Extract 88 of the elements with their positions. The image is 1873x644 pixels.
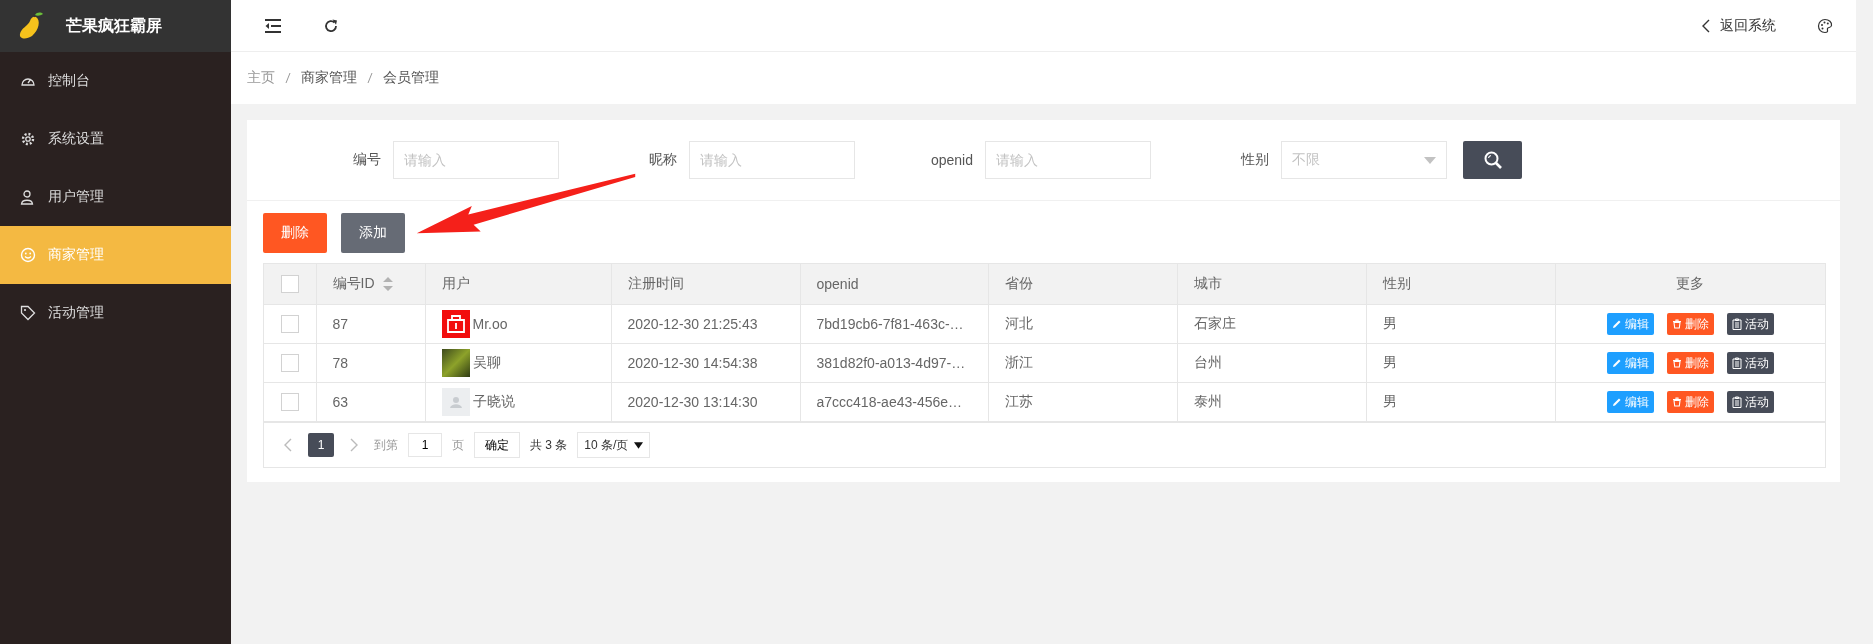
column-header: 城市 [1177,264,1366,305]
tag-icon [20,305,36,321]
menu-collapse-icon[interactable] [264,17,282,34]
filter-label: 编号 [353,151,381,169]
filter-input[interactable]: 请输入 [985,141,1151,179]
search-button[interactable] [1463,141,1522,179]
table-cell: 男 [1366,382,1555,422]
page-unit: 页 [452,436,464,454]
table-cell: 87 [316,304,425,344]
breadcrumb-link[interactable]: 商家管理 [301,69,357,87]
column-header: 更多 [1555,264,1825,305]
table-cell: 江苏 [988,382,1177,422]
table-cell: 石家庄 [1177,304,1366,344]
next-page-icon[interactable] [350,438,358,452]
refresh-icon[interactable] [322,17,340,34]
activity-button[interactable]: 活动 [1726,313,1774,335]
column-header: 编号ID [316,264,425,305]
chevron-left-icon [1702,18,1710,33]
app-title: 芒果疯狂霸屏 [66,15,162,36]
sort-icon[interactable] [382,277,393,292]
confirm-button[interactable]: 确定 [474,432,520,458]
table-cell: 7bd19cb6-7f81-463c-… [800,304,988,344]
page-input[interactable]: 1 [408,433,442,457]
table-cell: 河北 [988,304,1177,344]
column-header: openid [800,264,988,305]
smiley-icon [20,247,36,263]
avatar-logo-icon [441,310,470,338]
table-cell: a7ccc418-ae43-456e… [800,382,988,422]
pencil-icon [1611,319,1622,329]
clipboard-icon [1731,357,1742,369]
row-checkbox[interactable] [280,315,299,334]
search-icon [1482,150,1503,170]
pencil-icon [1611,397,1622,407]
table-cell: 2020-12-30 21:25:43 [611,304,800,344]
trash-icon [1671,358,1682,368]
filter-label: openid [930,152,973,168]
slash-icon [367,72,373,84]
clipboard-icon [1731,318,1742,330]
user-icon [20,189,36,205]
activity-button[interactable]: 活动 [1726,352,1774,374]
table-cell: 381d82f0-a013-4d97-… [800,343,988,383]
table-cell: 78 [316,343,425,383]
table-cell: 男 [1366,343,1555,383]
back-link[interactable]: 返回系统 [1702,16,1776,35]
table-cell: 台州 [1177,343,1366,383]
goto-label: 到第 [374,436,398,454]
previous-page-icon[interactable] [284,438,292,452]
table-cell: 63 [316,382,425,422]
user-name: 子晓说 [472,393,515,411]
activity-button[interactable]: 活动 [1726,391,1774,413]
table-cell: 男 [1366,304,1555,344]
filter-input[interactable]: 请输入 [393,141,559,179]
default-avatar-icon [441,388,470,416]
filter-label: 性别 [1241,151,1269,169]
slash-icon [285,72,291,84]
breadcrumb-link[interactable]: 会员管理 [383,69,439,87]
clipboard-icon [1731,396,1742,408]
palette-icon[interactable] [1816,17,1834,34]
dropdown-caret-icon [634,441,644,449]
total-count: 共 3 条 [530,436,568,454]
page-size-select[interactable]: 10 条/页 [577,432,651,458]
sidebar-item[interactable]: 系统设置 [0,110,231,168]
row-checkbox[interactable] [280,354,299,373]
trash-icon [1671,319,1682,329]
trash-icon [1671,397,1682,407]
select-all-checkbox[interactable] [280,275,299,294]
column-header: 性别 [1366,264,1555,305]
filter-input[interactable]: 请输入 [689,141,855,179]
table-cell: 泰州 [1177,382,1366,422]
pencil-icon [1611,358,1622,368]
user-name: Mr.oo [472,316,508,332]
user-name: 吴聊 [472,354,501,372]
column-header: 用户 [425,264,611,305]
add-button[interactable]: 添加 [341,213,405,253]
gear-icon [20,131,36,147]
page-number[interactable]: 1 [308,433,334,457]
row-checkbox[interactable] [280,393,299,412]
sidebar-item[interactable]: 用户管理 [0,168,231,226]
sidebar-item[interactable]: 活动管理 [0,284,231,342]
table-cell: 2020-12-30 13:14:30 [611,382,800,422]
photo-placeholder [441,349,470,377]
table-cell: 2020-12-30 14:54:38 [611,343,800,383]
column-header: 注册时间 [611,264,800,305]
table-cell: 浙江 [988,343,1177,383]
column-header: 省份 [988,264,1177,305]
dropdown-caret-icon [1424,156,1436,164]
sidebar-item[interactable]: 控制台 [0,52,231,110]
filter-label: 昵称 [649,151,677,169]
